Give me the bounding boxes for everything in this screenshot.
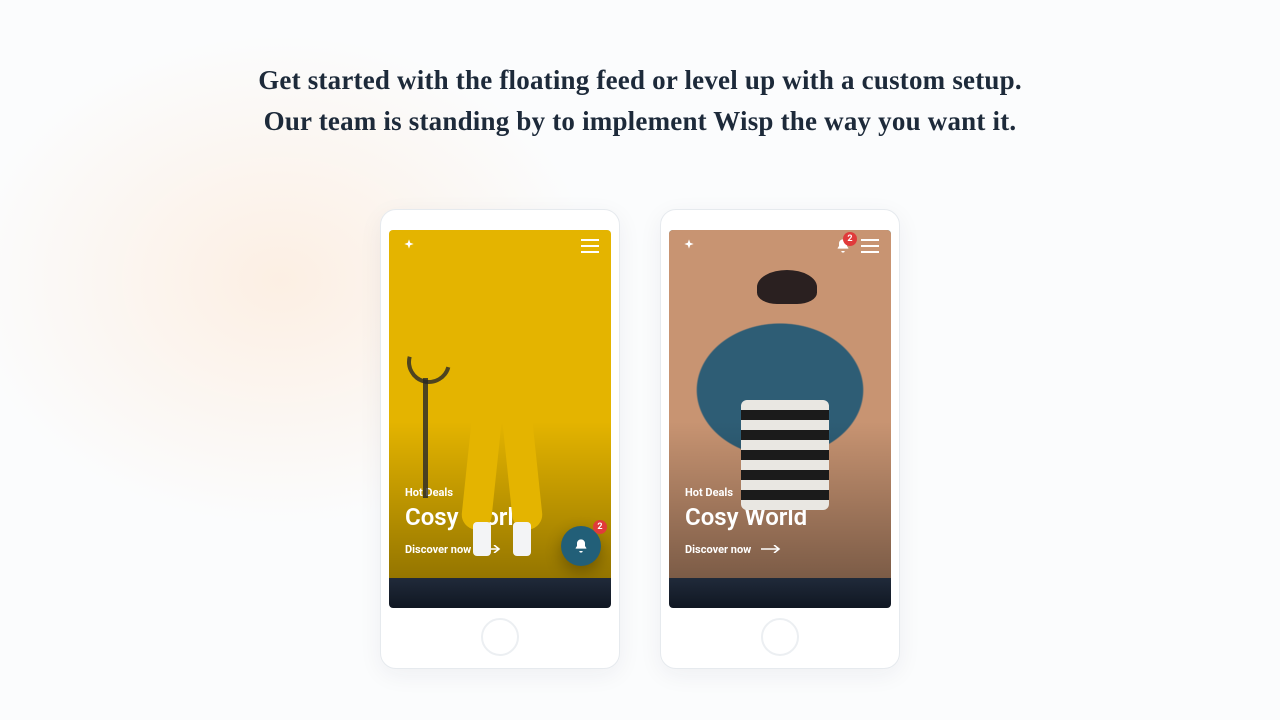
headline-line-1: Get started with the floating feed or le… xyxy=(0,60,1280,101)
sparkle-icon[interactable] xyxy=(401,238,417,254)
hamburger-menu-icon[interactable] xyxy=(581,239,599,253)
headline-line-2: Our team is standing by to implement Wis… xyxy=(0,101,1280,142)
phone-screen: Hot Deals Cosy World Discover now 2 xyxy=(389,230,611,608)
notification-badge: 2 xyxy=(593,520,607,534)
next-card-peek[interactable] xyxy=(669,578,891,608)
figure-hair-illustration xyxy=(757,270,817,304)
hoop-pole-illustration xyxy=(423,378,428,498)
arrow-right-icon xyxy=(761,543,781,556)
figure-shirt-illustration xyxy=(741,400,829,510)
header-notifications-button[interactable]: 2 xyxy=(835,238,851,254)
hero-eyebrow: Hot Deals xyxy=(405,486,595,499)
notification-badge: 2 xyxy=(843,232,857,246)
phone-mockup-floating: Hot Deals Cosy World Discover now 2 xyxy=(380,209,620,669)
phone-screen: 2 Hot Deals Cosy World Discover now xyxy=(669,230,891,608)
app-top-bar: 2 xyxy=(681,238,879,254)
sparkle-icon[interactable] xyxy=(681,238,697,254)
figure-boot-illustration xyxy=(513,522,531,556)
basketball-hoop-illustration xyxy=(399,332,459,392)
phone-home-button xyxy=(481,618,519,656)
app-top-bar xyxy=(401,238,599,254)
phone-mockup-custom: 2 Hot Deals Cosy World Discover now xyxy=(660,209,900,669)
hero-card[interactable]: 2 Hot Deals Cosy World Discover now xyxy=(669,230,891,578)
hero-title: Cosy World xyxy=(405,503,595,531)
figure-boot-illustration xyxy=(473,522,491,556)
phone-mockups-row: Hot Deals Cosy World Discover now 2 xyxy=(0,209,1280,669)
bell-icon xyxy=(573,538,589,554)
cta-label: Discover now xyxy=(405,543,471,556)
hamburger-menu-icon[interactable] xyxy=(861,239,879,253)
next-card-peek[interactable] xyxy=(389,578,611,608)
floating-notifications-button[interactable]: 2 xyxy=(561,526,601,566)
cta-label: Discover now xyxy=(685,543,751,556)
discover-now-link[interactable]: Discover now xyxy=(685,543,875,556)
phone-home-button xyxy=(761,618,799,656)
marketing-headline: Get started with the floating feed or le… xyxy=(0,0,1280,141)
